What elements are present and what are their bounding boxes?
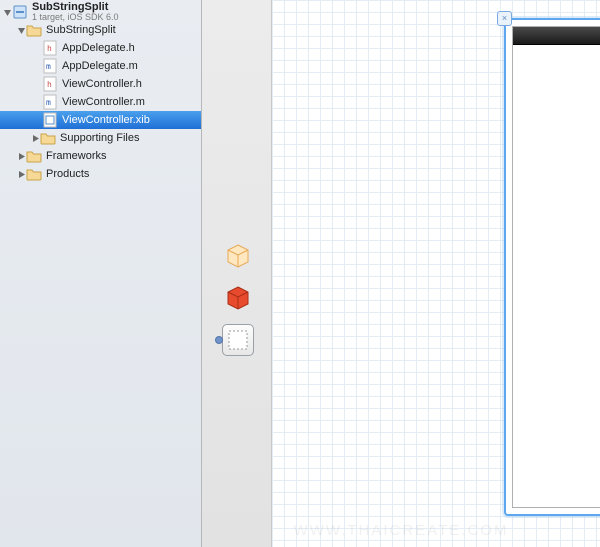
files-owner-cube-icon[interactable]	[222, 282, 254, 314]
svg-text:h: h	[47, 44, 52, 53]
file-tree: SubStringSplit 1 target, iOS SDK 6.0 Sub…	[0, 0, 201, 183]
project-subtitle: 1 target, iOS SDK 6.0	[32, 13, 119, 22]
file-label: AppDelegate.m	[62, 60, 197, 72]
svg-text:h: h	[47, 80, 52, 89]
device-screen[interactable]	[512, 26, 600, 508]
impl-file-icon: m	[42, 58, 58, 74]
placeholder-cube-icon[interactable]	[222, 240, 254, 272]
ib-canvas[interactable]: ×	[272, 0, 600, 547]
close-handle-icon[interactable]: ×	[497, 11, 512, 26]
disclosure-triangle-icon[interactable]	[2, 7, 12, 17]
group-row-products[interactable]: Products	[0, 165, 201, 183]
group-label: SubStringSplit	[46, 24, 197, 36]
interface-builder-editor: × WWW.THAICREATE.COM	[202, 0, 600, 547]
dock-gutter	[202, 0, 272, 547]
document-dock	[222, 240, 254, 356]
project-navigator: SubStringSplit 1 target, iOS SDK 6.0 Sub…	[0, 0, 202, 547]
file-label: ViewController.xib	[62, 114, 197, 126]
impl-file-icon: m	[42, 94, 58, 110]
file-row[interactable]: m AppDelegate.m	[0, 57, 201, 75]
group-row-root[interactable]: SubStringSplit	[0, 21, 201, 39]
file-label: ViewController.h	[62, 78, 197, 90]
disclosure-triangle-icon[interactable]	[16, 25, 26, 35]
close-glyph: ×	[502, 14, 507, 23]
xcode-project-icon	[12, 4, 28, 20]
folder-icon	[26, 22, 42, 38]
project-root-row[interactable]: SubStringSplit 1 target, iOS SDK 6.0	[0, 3, 201, 21]
file-label: AppDelegate.h	[62, 42, 197, 54]
group-label: Frameworks	[46, 150, 197, 162]
group-label: Products	[46, 168, 197, 180]
folder-icon	[40, 130, 56, 146]
group-row-supporting[interactable]: Supporting Files	[0, 129, 201, 147]
folder-icon	[26, 166, 42, 182]
file-row[interactable]: m ViewController.m	[0, 93, 201, 111]
group-label: Supporting Files	[60, 132, 197, 144]
svg-text:m: m	[46, 62, 51, 71]
disclosure-triangle-icon[interactable]	[16, 151, 26, 161]
disclosure-triangle-icon[interactable]	[30, 133, 40, 143]
group-row-frameworks[interactable]: Frameworks	[0, 147, 201, 165]
file-row[interactable]: h ViewController.h	[0, 75, 201, 93]
svg-text:m: m	[46, 98, 51, 107]
folder-icon	[26, 148, 42, 164]
file-label: ViewController.m	[62, 96, 197, 108]
device-frame[interactable]: ×	[504, 18, 600, 516]
file-row[interactable]: h AppDelegate.h	[0, 39, 201, 57]
status-bar	[513, 27, 600, 45]
disclosure-triangle-icon[interactable]	[16, 169, 26, 179]
file-row-selected[interactable]: ViewController.xib	[0, 111, 201, 129]
header-file-icon: h	[42, 40, 58, 56]
view-object-icon[interactable]	[222, 324, 254, 356]
header-file-icon: h	[42, 76, 58, 92]
xib-file-icon	[42, 112, 58, 128]
